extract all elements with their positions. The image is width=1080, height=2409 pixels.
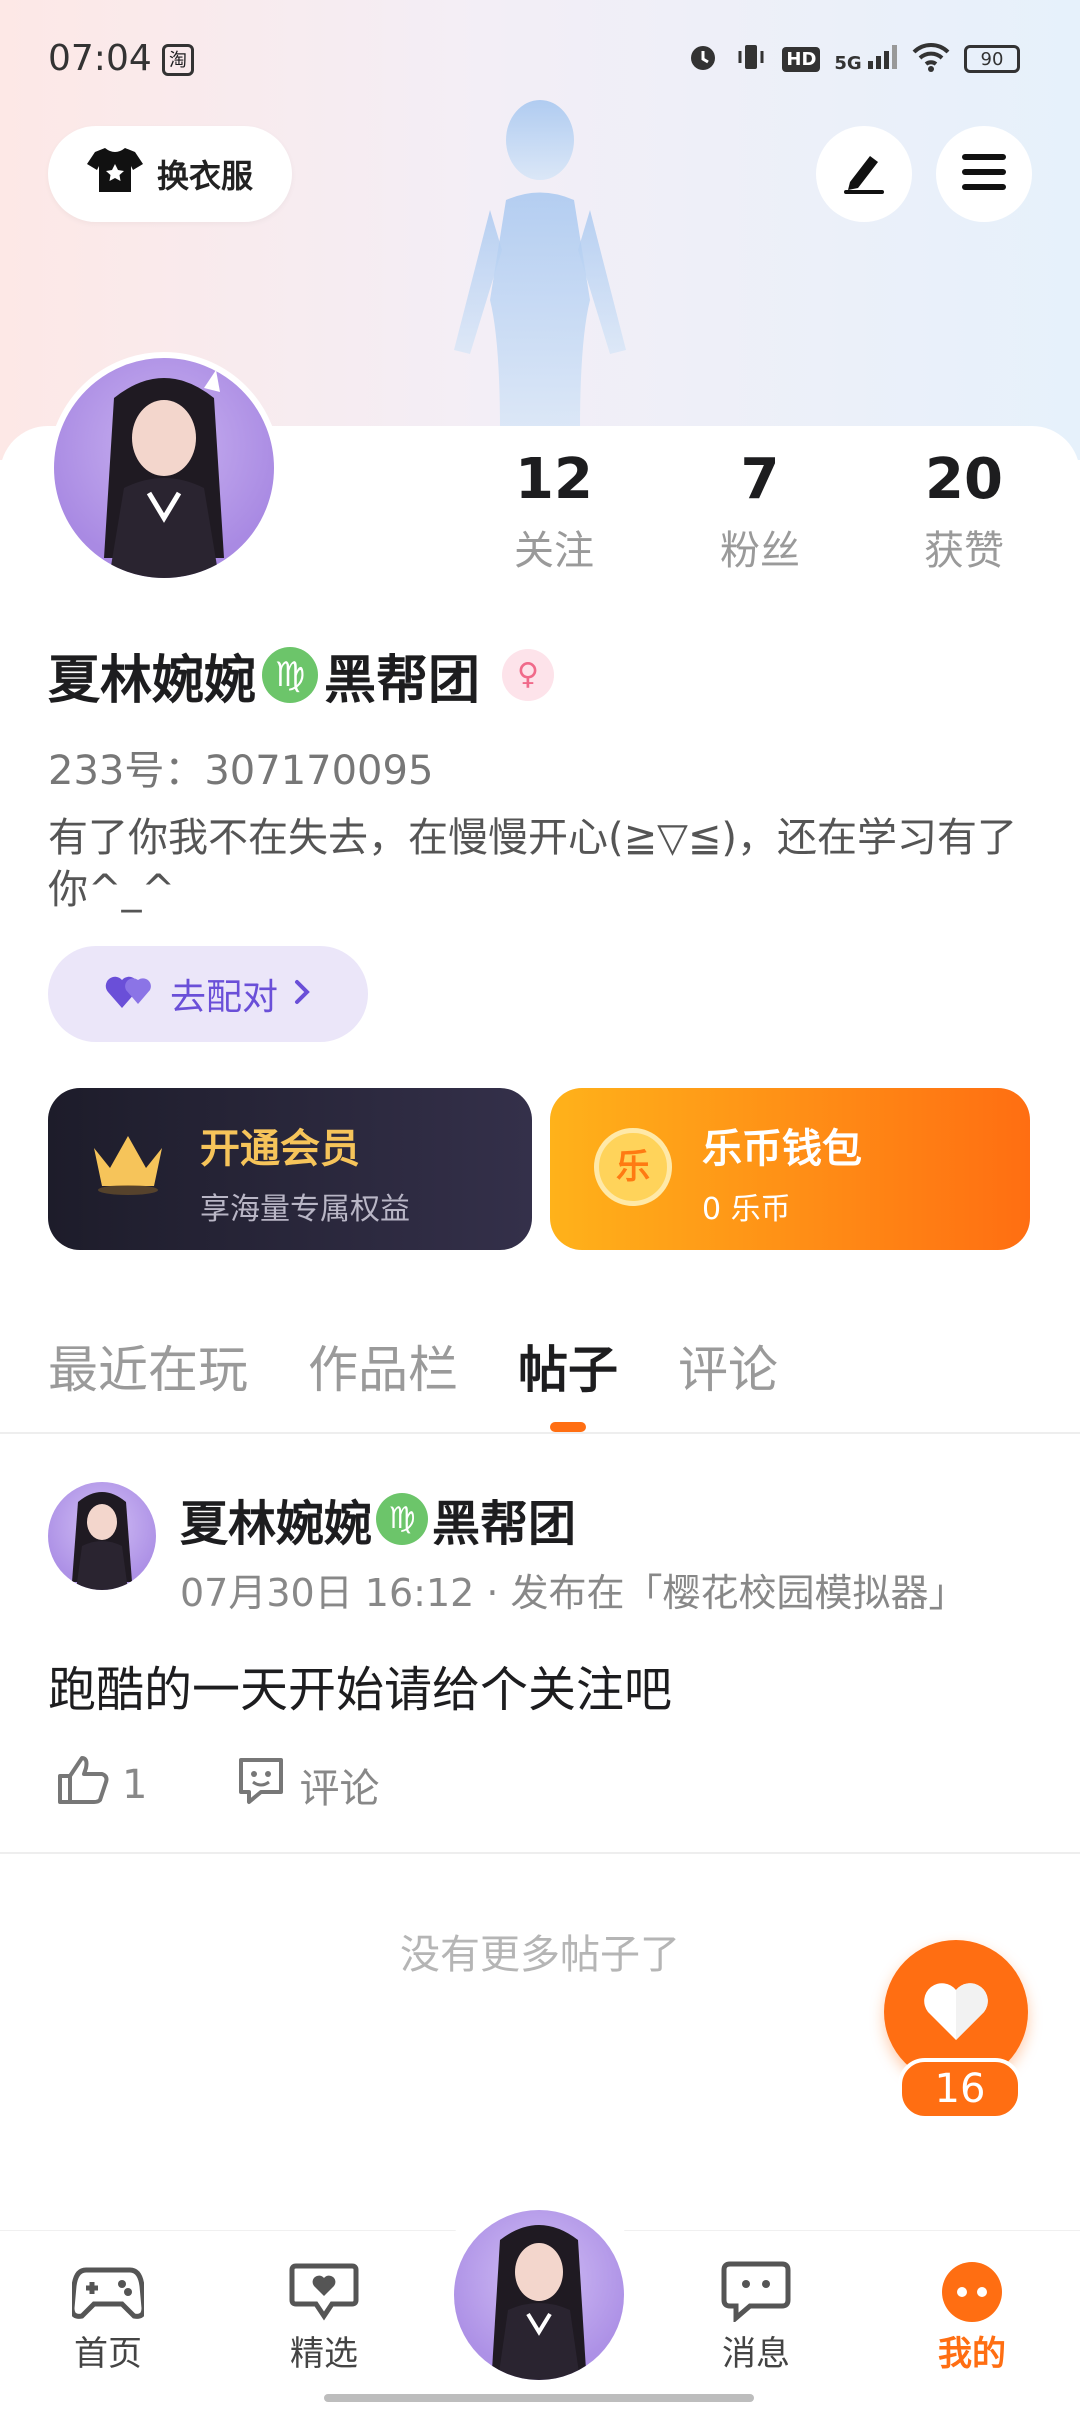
vip-card[interactable]: 开通会员 享海量专属权益 (48, 1088, 532, 1250)
stat-likes-label: 获赞 (924, 528, 1004, 574)
stat-fans-count: 7 (740, 447, 780, 512)
wallet-title: 乐币钱包 (702, 1126, 862, 1172)
profile-name-part2: 黑帮团 (324, 650, 481, 711)
gamepad-icon (69, 2260, 147, 2322)
heart-chat-icon (288, 2260, 360, 2322)
post-comment-label: 评论 (299, 1766, 380, 1812)
pen-icon (840, 148, 888, 200)
post-meta[interactable]: 07月30日 16:12 · 发布在「樱花校园模拟器」 (180, 1562, 1050, 1617)
profile-bio: 有了你我不在失去，在慢慢开心(≧▽≦)，还在学习有了你^_^ (48, 815, 1018, 913)
tab-posts[interactable]: 帖子 (518, 1330, 618, 1432)
post-divider (0, 1852, 1080, 1854)
tabs-divider (0, 1432, 1080, 1434)
stat-likes[interactable]: 20 获赞 (884, 448, 1044, 576)
nav-featured-label: 精选 (290, 2334, 358, 2374)
profile-name: 夏林婉婉 ♍ 黑帮团 ♀ (48, 640, 555, 711)
me-icon (936, 2260, 1008, 2322)
twin-hearts-icon (104, 970, 156, 1019)
edit-profile-button[interactable] (816, 126, 912, 222)
app-notification-icon: 淘 (162, 44, 194, 76)
wallet-balance: 0 乐币 (702, 1192, 791, 1227)
nav-messages-label: 消息 (722, 2334, 790, 2374)
home-indicator[interactable] (324, 2394, 754, 2402)
signal-icon: 5G (834, 44, 898, 74)
heart-icon (920, 1980, 992, 2048)
nav-messages[interactable]: 消息 (676, 2260, 836, 2375)
post-author-part2: 黑帮团 (432, 1496, 577, 1552)
change-outfit-button[interactable]: 换衣服 (48, 126, 292, 222)
menu-button[interactable] (936, 126, 1032, 222)
change-outfit-label: 换衣服 (156, 157, 253, 195)
stat-fans-label: 粉丝 (720, 528, 800, 574)
post-actions: 1 评论 (56, 1754, 379, 1816)
post-author-avatar[interactable] (48, 1482, 156, 1590)
bottom-nav-avatar[interactable] (454, 2210, 624, 2380)
wallet-card[interactable]: 乐 乐币钱包 0 乐币 (550, 1088, 1030, 1250)
status-icons: HD 5G 90 (686, 40, 1020, 78)
vibrate-icon (734, 40, 768, 78)
profile-avatar[interactable] (48, 352, 280, 584)
like-fab-count: 16 (898, 2058, 1022, 2120)
battery-icon: 90 (964, 45, 1020, 73)
hd-icon: HD (782, 46, 821, 72)
tshirt-icon (86, 146, 143, 202)
avatar-3d-figure[interactable] (430, 100, 650, 430)
virgo-icon: ♍ (262, 647, 319, 703)
post-comment-button[interactable]: 评论 (235, 1754, 379, 1816)
stat-following-count: 12 (515, 447, 593, 512)
vip-title: 开通会员 (200, 1126, 360, 1172)
stat-following[interactable]: 12 关注 (474, 448, 634, 576)
nav-home[interactable]: 首页 (28, 2260, 188, 2375)
post-author-part1: 夏林婉婉 (180, 1496, 373, 1552)
status-time: 07:04 (48, 38, 152, 79)
coin-icon: 乐 (594, 1128, 672, 1206)
nav-me[interactable]: 我的 (892, 2260, 1052, 2375)
match-button[interactable]: 去配对 (48, 946, 368, 1042)
profile-tabs: 最近在玩 作品栏 帖子 评论 (48, 1330, 778, 1432)
alarm-icon (686, 40, 720, 78)
post-like-button[interactable]: 1 (56, 1754, 147, 1816)
vip-subtitle: 享海量专属权益 (200, 1192, 410, 1227)
stat-following-label: 关注 (514, 528, 594, 574)
stat-likes-count: 20 (925, 447, 1003, 512)
chevron-right-icon (292, 974, 312, 1015)
comment-icon (235, 1754, 287, 1816)
tab-works[interactable]: 作品栏 (308, 1330, 458, 1402)
thumbs-up-icon (56, 1754, 110, 1816)
profile-name-part1: 夏林婉婉 (48, 650, 257, 711)
match-label: 去配对 (169, 977, 278, 1018)
stat-fans[interactable]: 7 粉丝 (680, 448, 840, 576)
tab-comments[interactable]: 评论 (678, 1330, 778, 1402)
message-icon (720, 2260, 792, 2324)
tab-recent-play[interactable]: 最近在玩 (48, 1330, 248, 1402)
nav-me-label: 我的 (938, 2334, 1006, 2374)
post-text[interactable]: 跑酷的一天开始请给个关注吧 (48, 1650, 672, 1720)
user-id: 233号：307170095 (48, 748, 434, 794)
crown-icon (88, 1128, 168, 1202)
wifi-icon (912, 42, 950, 76)
virgo-icon: ♍ (376, 1493, 429, 1545)
nav-home-label: 首页 (74, 2334, 142, 2374)
nav-featured[interactable]: 精选 (244, 2260, 404, 2375)
female-icon: ♀ (502, 649, 555, 701)
menu-icon (960, 152, 1008, 196)
post-author-name[interactable]: 夏林婉婉 ♍ 黑帮团 (180, 1484, 576, 1554)
post-like-count: 1 (122, 1762, 148, 1808)
